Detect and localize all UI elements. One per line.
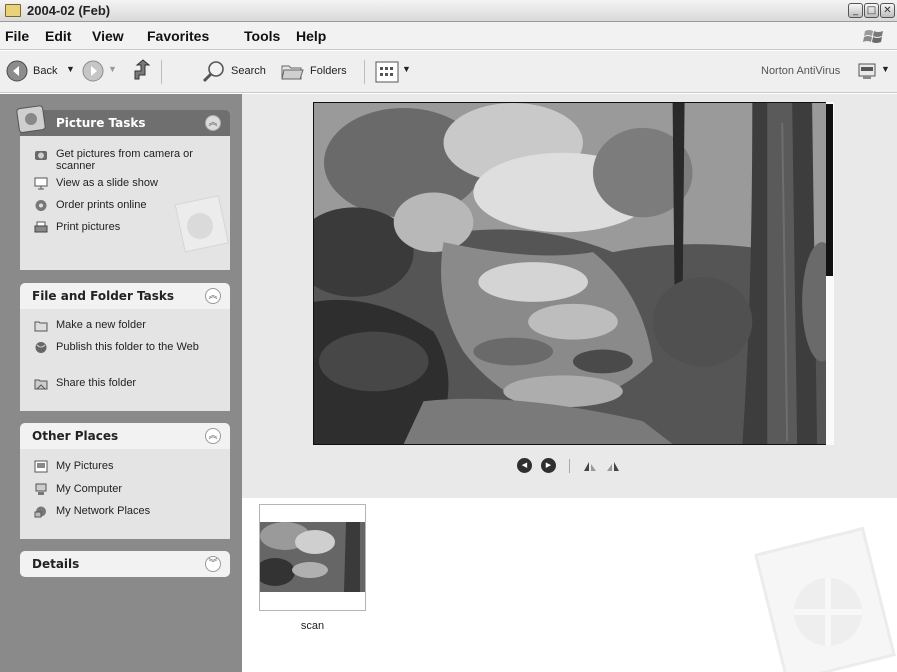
expand-chevron-icon[interactable]: ︾ — [205, 556, 221, 572]
picture-tasks-header[interactable]: Picture Tasks ︽ — [16, 105, 230, 136]
collapse-chevron-icon[interactable]: ︽ — [205, 428, 221, 444]
rotate-counterclockwise-icon[interactable] — [605, 460, 621, 472]
antivirus-label: Norton AntiVirus — [761, 65, 841, 77]
close-button[interactable]: ✕ — [880, 3, 895, 18]
preview-controls-separator — [569, 459, 570, 473]
toolbar: Back ▼ ▼ Search Folders ▼ Norton AntiVir… — [0, 51, 897, 93]
collapse-chevron-icon[interactable]: ︽ — [205, 288, 221, 304]
menu-edit[interactable]: Edit — [45, 28, 71, 44]
toolbar-separator — [364, 60, 365, 84]
task-label: Print pictures — [56, 221, 121, 233]
printer-icon — [34, 221, 48, 233]
windows-logo-icon — [863, 30, 883, 43]
forward-arrow-icon — [82, 60, 104, 82]
task-label: View as a slide show — [56, 177, 158, 189]
antivirus-icon — [858, 63, 876, 79]
file-folder-tasks-panel: File and Folder Tasks ︽ Make a new folde… — [20, 283, 230, 411]
camera-icon — [35, 151, 47, 160]
minimize-button[interactable]: _ — [848, 3, 863, 18]
rotate-clockwise-icon[interactable] — [582, 460, 598, 472]
slideshow-icon — [34, 177, 48, 190]
up-folder-icon[interactable] — [131, 59, 155, 83]
back-arrow-icon — [6, 60, 28, 82]
task-label: Order prints online — [56, 199, 147, 211]
share-folder-icon — [34, 379, 48, 390]
picture-tasks-title: Picture Tasks — [56, 116, 146, 130]
toolbar-separator — [161, 60, 162, 84]
collapse-chevron-icon[interactable]: ︽ — [205, 115, 221, 131]
explorer-window: 2004-02 (Feb) _ □ ✕ File Edit View Favor… — [0, 0, 897, 672]
views-dropdown-icon[interactable]: ▼ — [402, 64, 411, 74]
folders-icon — [281, 65, 304, 80]
picture-tasks-icon — [16, 105, 46, 133]
publish-web-icon — [35, 342, 47, 353]
other-places-body: My Pictures My Computer My Network Place… — [20, 449, 230, 539]
picture-tasks-panel: Picture Tasks ︽ Get pictures from camera… — [16, 105, 230, 270]
task-label: Share this folder — [56, 377, 137, 389]
search-icon — [202, 61, 224, 83]
task-label: My Pictures — [56, 460, 114, 472]
menu-favorites[interactable]: Favorites — [147, 28, 209, 44]
other-places-panel: Other Places ︽ My Pictures My Computer M… — [20, 423, 230, 539]
task-label: Make a new folder — [56, 319, 146, 331]
menu-file[interactable]: File — [5, 28, 29, 44]
task-label: Get pictures from camera or scanner — [56, 148, 193, 172]
thumbnail-scan[interactable] — [259, 504, 366, 611]
new-folder-icon — [34, 321, 48, 332]
details-panel: Details ︾ — [20, 551, 230, 577]
other-places-header[interactable]: Other Places ︽ — [20, 423, 230, 449]
maximize-button[interactable]: □ — [864, 3, 879, 18]
search-label: Search — [231, 65, 266, 77]
menu-tools[interactable]: Tools — [244, 28, 280, 44]
my-computer-icon — [35, 483, 47, 495]
other-places-title: Other Places — [32, 429, 119, 443]
menu-bar: File Edit View Favorites Tools Help — [0, 22, 897, 50]
antivirus-dropdown-icon[interactable]: ▼ — [881, 64, 890, 74]
forest-stream-photo — [313, 102, 834, 445]
forward-dropdown-icon[interactable]: ▼ — [108, 64, 117, 74]
back-dropdown-icon[interactable]: ▼ — [66, 64, 75, 74]
details-title: Details — [32, 557, 80, 571]
my-pictures-icon — [34, 460, 48, 473]
details-header[interactable]: Details ︾ — [20, 551, 230, 577]
window-title: 2004-02 (Feb) — [27, 3, 111, 18]
picture-watermark-icon — [754, 526, 896, 672]
order-prints-icon — [35, 200, 47, 211]
thumbnail-image — [260, 522, 365, 592]
views-icon — [375, 61, 399, 83]
file-folder-tasks-title: File and Folder Tasks — [32, 289, 175, 303]
picture-tasks-body: Get pictures from camera or scanner View… — [20, 136, 230, 270]
folder-icon — [5, 4, 21, 17]
back-label: Back — [33, 65, 58, 77]
task-label: Publish this folder to the Web — [56, 341, 199, 353]
next-image-icon[interactable]: ▶ — [541, 458, 556, 473]
task-label: My Computer — [56, 483, 123, 495]
previous-image-icon[interactable]: ◀ — [517, 458, 532, 473]
task-label: My Network Places — [56, 505, 151, 517]
scrollbar-thumb[interactable] — [826, 104, 833, 276]
menu-help[interactable]: Help — [296, 28, 326, 44]
file-folder-tasks-body: Make a new folder Publish this folder to… — [20, 309, 230, 411]
folders-label: Folders — [310, 65, 347, 77]
thumbnail-label: scan — [300, 620, 325, 632]
menu-view[interactable]: View — [92, 28, 124, 44]
file-folder-tasks-header[interactable]: File and Folder Tasks ︽ — [20, 283, 230, 309]
title-bar: 2004-02 (Feb) _ □ ✕ — [0, 0, 897, 22]
network-places-icon — [34, 506, 46, 518]
